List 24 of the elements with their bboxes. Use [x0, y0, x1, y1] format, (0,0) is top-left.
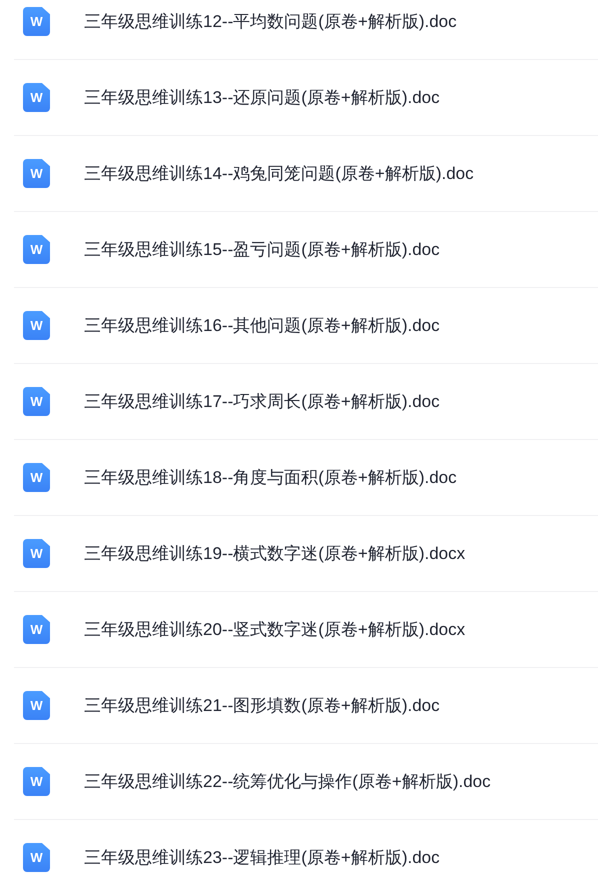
- file-name[interactable]: 三年级思维训练14--鸡兔同笼问题(原卷+解析版).doc: [84, 160, 474, 186]
- word-file-icon: W: [23, 539, 50, 568]
- file-name[interactable]: 三年级思维训练15--盈亏问题(原卷+解析版).doc: [84, 236, 440, 262]
- word-file-icon: W: [23, 387, 50, 416]
- word-file-icon: W: [23, 463, 50, 492]
- word-file-icon: W: [23, 615, 50, 644]
- file-name[interactable]: 三年级思维训练17--巧求周长(原卷+解析版).doc: [84, 388, 440, 414]
- file-name[interactable]: 三年级思维训练19--横式数字迷(原卷+解析版).docx: [84, 540, 466, 566]
- word-file-icon: W: [23, 83, 50, 112]
- file-name[interactable]: 三年级思维训练23--逻辑推理(原卷+解析版).doc: [84, 844, 440, 870]
- file-name[interactable]: 三年级思维训练16--其他问题(原卷+解析版).doc: [84, 312, 440, 338]
- word-file-icon: W: [23, 767, 50, 796]
- file-name[interactable]: 三年级思维训练22--统筹优化与操作(原卷+解析版).doc: [84, 768, 491, 794]
- word-file-icon: W: [23, 7, 50, 36]
- word-file-icon: W: [23, 691, 50, 720]
- file-name[interactable]: 三年级思维训练20--竖式数字迷(原卷+解析版).docx: [84, 616, 466, 642]
- word-file-icon: W: [23, 159, 50, 188]
- file-name[interactable]: 三年级思维训练13--还原问题(原卷+解析版).doc: [84, 84, 440, 110]
- word-file-icon: W: [23, 235, 50, 264]
- file-name[interactable]: 三年级思维训练21--图形填数(原卷+解析版).doc: [84, 692, 440, 718]
- file-name[interactable]: 三年级思维训练12--平均数问题(原卷+解析版).doc: [84, 8, 457, 34]
- word-file-icon: W: [23, 311, 50, 340]
- word-file-icon: W: [23, 843, 50, 872]
- file-name[interactable]: 三年级思维训练18--角度与面积(原卷+解析版).doc: [84, 464, 457, 490]
